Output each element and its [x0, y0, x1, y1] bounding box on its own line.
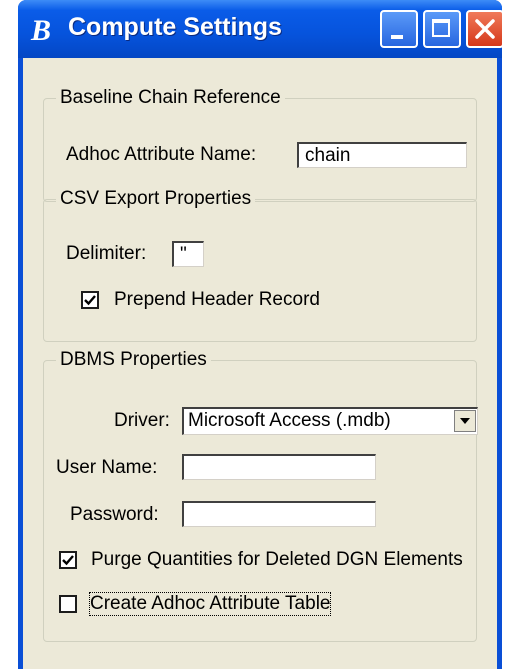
checkmark-icon: [62, 555, 74, 566]
driver-select-value: Microsoft Access (.mdb): [188, 410, 391, 431]
title-bar[interactable]: B Compute Settings: [18, 0, 502, 58]
minimize-icon: [391, 35, 403, 39]
delimiter-input[interactable]: ": [172, 241, 204, 267]
baseline-chain-group: Baseline Chain Reference Adhoc Attribute…: [43, 87, 477, 202]
driver-label: Driver:: [114, 410, 170, 431]
csv-export-group: CSV Export Properties Delimiter: " Prepe…: [43, 188, 477, 342]
svg-text:B: B: [30, 14, 51, 44]
create-adhoc-table-checkbox[interactable]: [59, 595, 77, 613]
chevron-down-icon: [460, 418, 470, 424]
baseline-chain-legend: Baseline Chain Reference: [56, 87, 285, 109]
prepend-header-label: Prepend Header Record: [114, 289, 320, 310]
dialog-body: Baseline Chain Reference Adhoc Attribute…: [23, 58, 497, 669]
purge-quantities-checkbox[interactable]: [59, 551, 77, 569]
bentley-b-icon: B: [30, 14, 51, 44]
password-label: Password:: [70, 504, 159, 525]
dbms-properties-legend: DBMS Properties: [56, 349, 211, 371]
adhoc-attribute-name-input[interactable]: chain: [297, 142, 467, 168]
compute-settings-window: B Compute Settings Baseline Chain Refere…: [18, 0, 502, 669]
close-icon: [475, 19, 495, 39]
create-adhoc-table-label: Create Adhoc Attribute Table: [88, 592, 332, 616]
minimize-button[interactable]: [380, 10, 418, 48]
delimiter-label: Delimiter:: [66, 243, 147, 264]
csv-export-legend: CSV Export Properties: [56, 188, 256, 210]
prepend-header-checkbox[interactable]: [81, 291, 99, 309]
maximize-button[interactable]: [423, 10, 461, 48]
maximize-icon: [432, 19, 450, 37]
window-title: Compute Settings: [68, 13, 282, 41]
user-name-input[interactable]: [182, 454, 376, 480]
close-button[interactable]: [466, 10, 502, 48]
dbms-properties-group: DBMS Properties Driver: Microsoft Access…: [43, 349, 478, 642]
user-name-label: User Name:: [56, 457, 158, 478]
password-input[interactable]: [182, 501, 376, 527]
checkmark-icon: [84, 295, 96, 306]
driver-dropdown-button[interactable]: [454, 410, 476, 432]
adhoc-attribute-name-label: Adhoc Attribute Name:: [66, 144, 257, 165]
driver-select[interactable]: Microsoft Access (.mdb): [182, 407, 478, 435]
purge-quantities-label: Purge Quantities for Deleted DGN Element…: [91, 549, 463, 570]
